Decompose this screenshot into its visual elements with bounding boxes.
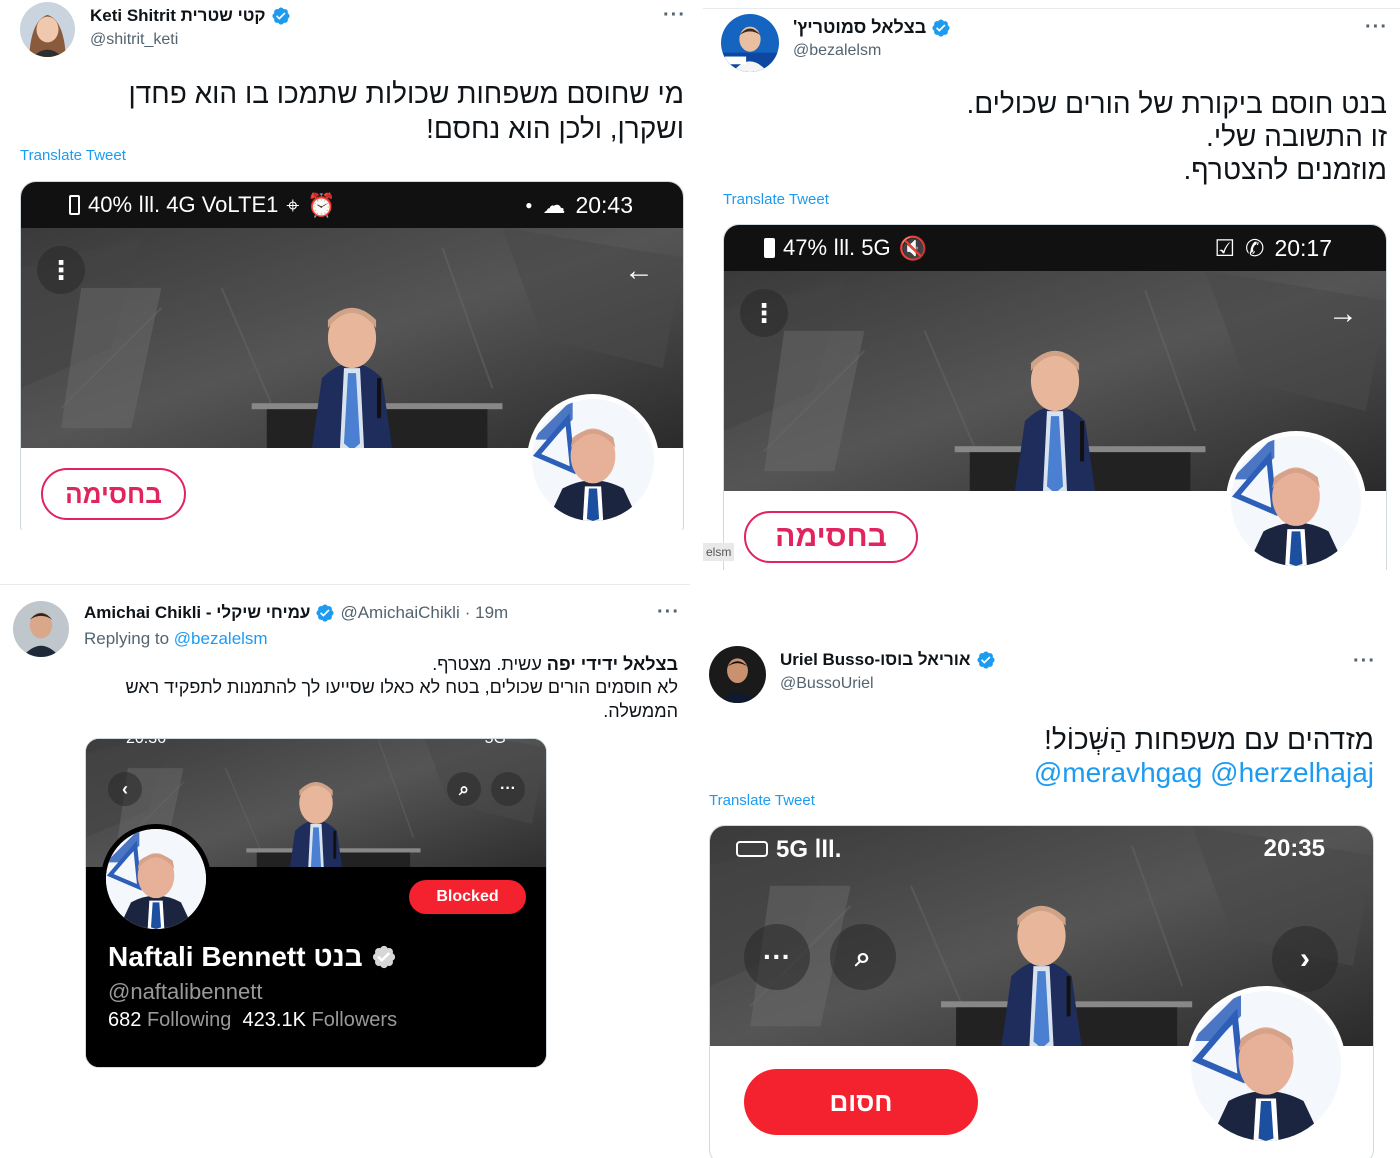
- battery-icon: [736, 841, 768, 857]
- more-options-icon[interactable]: ···: [1353, 650, 1376, 673]
- replying-prefix: Replying to: [84, 629, 170, 648]
- more-options-icon[interactable]: ···: [491, 772, 525, 806]
- verified-badge-icon: [371, 944, 397, 970]
- tweet-media[interactable]: 40% ⅼll. 4G VoLTE1 ⌖ ⏰ ● ☁ 20:43 ⋮ ← בחס…: [20, 181, 684, 530]
- phone-status-bar: 47% ⅼll. 5G 🔇 ☑ ✆ 20:17: [724, 225, 1386, 271]
- tweet-keti-shitrit: Keti Shitrit קטי שטרית @shitrit_keti ···…: [0, 0, 690, 530]
- tweet-text: מי שחוסם משפחות שכולות שתמכו בו הוא פחדן…: [128, 78, 685, 144]
- battery-icon: [764, 238, 775, 258]
- replying-to: Replying to @bezalelsm: [84, 629, 268, 649]
- mute-icon: 🔇: [898, 234, 928, 261]
- tweet-media[interactable]: 20:36 5G ‹ ⌕ ··· Blocked Naftali Bennett…: [85, 738, 547, 1068]
- profile-picture[interactable]: [1226, 431, 1366, 570]
- following-label[interactable]: Following: [147, 1009, 231, 1031]
- profile-handle: @naftalibennett: [108, 979, 263, 1004]
- more-vertical-icon[interactable]: ⋮: [37, 246, 85, 294]
- avatar[interactable]: [721, 14, 779, 72]
- author-name-row[interactable]: Keti Shitrit קטי שטרית: [90, 6, 291, 26]
- translate-tweet-link[interactable]: Translate Tweet: [723, 191, 829, 208]
- cloud-icon: ☁: [542, 191, 566, 218]
- forward-arrow-icon[interactable]: →: [1320, 291, 1366, 337]
- followers-count[interactable]: 423.1K: [243, 1009, 306, 1031]
- blocked-button[interactable]: Blocked: [409, 880, 526, 914]
- battery-icon: [69, 195, 80, 215]
- tweet-text-bold: בצלאל ידידי יפה: [546, 654, 678, 674]
- more-options-icon[interactable]: ···: [1365, 16, 1388, 39]
- tweet-text: בנט חוסם ביקורת של הורים שכולים. זו התשו…: [966, 88, 1387, 186]
- back-arrow-icon[interactable]: ←: [616, 248, 662, 294]
- alarm-icon: ⏰: [307, 191, 336, 218]
- phone-status-bar: 40% ⅼll. 4G VoLTE1 ⌖ ⏰ ● ☁ 20:43: [21, 182, 683, 228]
- partial-handle-tag: elsm: [703, 543, 735, 561]
- status-right-text: 5G: [484, 738, 506, 747]
- blocked-button[interactable]: בחסימה: [41, 468, 186, 520]
- checkbox-icon: ☑: [1214, 234, 1236, 261]
- avatar[interactable]: [709, 646, 766, 703]
- author-handle[interactable]: @shitrit_keti: [90, 31, 178, 49]
- tweet-text: מזדהים עם משפחות הַשְּׁכוֹל!: [1044, 724, 1374, 755]
- translate-tweet-link[interactable]: Translate Tweet: [20, 147, 126, 164]
- tweet-media[interactable]: 5G ⅼll. 20:35 ··· ⌕ › חסום: [709, 825, 1374, 1158]
- more-options-icon[interactable]: ···: [663, 4, 686, 27]
- tweet-time[interactable]: · 19m: [465, 603, 508, 623]
- status-left-text: 47% ⅼll. 5G: [783, 235, 891, 260]
- avatar[interactable]: [13, 601, 69, 657]
- clock-time: 20:43: [575, 191, 633, 218]
- profile-picture[interactable]: [1186, 986, 1346, 1146]
- replying-handle-link[interactable]: @bezalelsm: [174, 629, 268, 648]
- blocked-button[interactable]: בחסימה: [744, 511, 918, 563]
- author-handle[interactable]: @bezalelsm: [793, 42, 881, 60]
- author-name[interactable]: בצלאל סמוטריץ': [793, 17, 926, 38]
- profile-name-row: Naftali Bennett בנט: [108, 941, 397, 973]
- location-icon: ⌖: [286, 191, 300, 218]
- clock-time: 20:35: [1263, 835, 1325, 862]
- phone-status-bar: 5G ⅼll. 20:35: [710, 826, 1373, 872]
- following-count[interactable]: 682: [108, 1009, 141, 1031]
- verified-badge-icon: [271, 6, 291, 26]
- author-name-row[interactable]: Amichai Chikli - עמיחי שיקלי @AmichaiChi…: [84, 603, 508, 623]
- avatar[interactable]: [20, 2, 75, 57]
- profile-name: Naftali Bennett בנט: [108, 941, 363, 972]
- author-name[interactable]: Keti Shitrit קטי שטרית: [90, 6, 266, 26]
- author-name[interactable]: Uriel Busso-אוריאל בוסו: [780, 650, 971, 670]
- tweet-uriel-busso: Uriel Busso-אוריאל בוסו @BussoUriel ··· …: [695, 640, 1400, 1158]
- verified-badge-icon: [976, 650, 996, 670]
- followers-label[interactable]: Followers: [312, 1009, 398, 1031]
- blocked-button[interactable]: חסום: [744, 1069, 978, 1135]
- more-options-icon[interactable]: ···: [744, 924, 810, 990]
- mention-links[interactable]: @meravhgag @herzelhajaj: [734, 755, 1374, 790]
- search-icon[interactable]: ⌕: [830, 924, 896, 990]
- tweet-media[interactable]: 47% ⅼll. 5G 🔇 ☑ ✆ 20:17 ⋮ → בחסימה: [723, 224, 1387, 570]
- more-vertical-icon[interactable]: ⋮: [740, 289, 788, 337]
- author-name-row[interactable]: Uriel Busso-אוריאל בוסו: [780, 650, 996, 670]
- verified-badge-icon: [931, 18, 951, 38]
- notification-dot-icon: ●: [525, 198, 533, 212]
- translate-tweet-link[interactable]: Translate Tweet: [709, 792, 815, 809]
- search-icon[interactable]: ⌕: [447, 772, 481, 806]
- verified-badge-icon: [315, 603, 335, 623]
- author-handle[interactable]: @AmichaiChikli: [340, 603, 459, 623]
- tweet-bezalel-smotrich: בצלאל סמוטריץ' @bezalelsm ··· בנט חוסם ב…: [703, 8, 1400, 570]
- profile-picture[interactable]: [101, 824, 211, 934]
- author-name[interactable]: Amichai Chikli - עמיחי שיקלי: [84, 603, 310, 623]
- more-options-icon[interactable]: ···: [657, 601, 680, 624]
- whatsapp-icon: ✆: [1245, 234, 1265, 261]
- status-left-text: 40% ⅼll. 4G VoLTE1: [88, 192, 279, 217]
- clock-time: 20:36: [126, 738, 167, 747]
- phone-status-bar: 20:36 5G: [86, 739, 546, 751]
- profile-picture[interactable]: [527, 394, 659, 526]
- forward-chevron-icon[interactable]: ›: [1272, 926, 1338, 992]
- follow-stats: 682 Following 423.1K Followers: [108, 1009, 397, 1032]
- back-chevron-icon[interactable]: ‹: [108, 772, 142, 806]
- author-handle[interactable]: @BussoUriel: [780, 675, 874, 693]
- tweet-amichai-chikli: Amichai Chikli - עמיחי שיקלי @AmichaiChi…: [0, 584, 690, 1158]
- clock-time: 20:17: [1274, 234, 1332, 261]
- author-name-row[interactable]: בצלאל סמוטריץ': [793, 17, 951, 38]
- status-left-text: 5G ⅼll.: [776, 835, 842, 863]
- tweet-text: בצלאל ידידי יפה עשית. מצטרף. לא חוסמים ה…: [78, 653, 678, 723]
